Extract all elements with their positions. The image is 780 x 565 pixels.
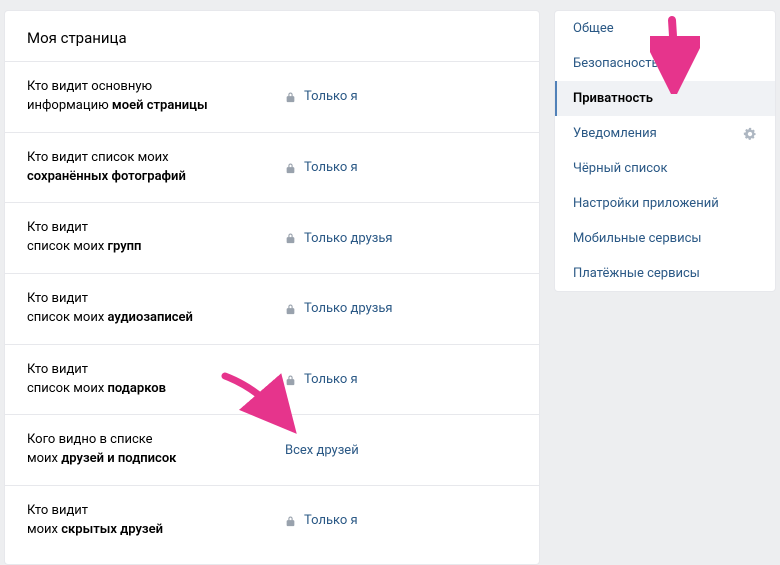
sidebar-item[interactable]: Общее	[555, 11, 775, 46]
privacy-row: Кто видитсписок моих подарков Только я	[5, 344, 539, 415]
privacy-row: Кто видит основнуюинформацию моей страни…	[5, 61, 539, 132]
sidebar-item-label: Платёжные сервисы	[573, 266, 700, 281]
privacy-value-dropdown[interactable]: Только друзья	[285, 231, 393, 246]
privacy-row: Кто видитсписок моих групп Только друзья	[5, 202, 539, 273]
sidebar-item[interactable]: Приватность	[555, 81, 775, 116]
privacy-value-text: Всех друзей	[285, 443, 359, 458]
privacy-value-dropdown[interactable]: Только я	[285, 513, 358, 528]
sidebar-item-label: Общее	[573, 21, 614, 36]
gear-icon[interactable]	[743, 127, 757, 141]
privacy-row: Кто видитсписок моих аудиозаписей Только …	[5, 273, 539, 344]
privacy-row-label: Кто видитсписок моих групп	[27, 219, 285, 257]
sidebar-item[interactable]: Платёжные сервисы	[555, 256, 775, 291]
privacy-row: Кто видит список моихсохранённых фотогра…	[5, 132, 539, 203]
sidebar-item-label: Чёрный список	[573, 161, 667, 176]
privacy-value-dropdown[interactable]: Только я	[285, 160, 358, 175]
privacy-value-dropdown[interactable]: Только я	[285, 372, 358, 387]
lock-icon	[285, 91, 296, 103]
privacy-row-label: Кто видитсписок моих подарков	[27, 361, 285, 399]
sidebar-item[interactable]: Мобильные сервисы	[555, 221, 775, 256]
lock-icon	[285, 303, 296, 315]
privacy-row-label: Кто видитсписок моих аудиозаписей	[27, 290, 285, 328]
lock-icon	[285, 374, 296, 386]
lock-icon	[285, 232, 296, 244]
privacy-row-label: Кто видит список моихсохранённых фотогра…	[27, 149, 285, 187]
lock-icon	[285, 515, 296, 527]
sidebar-item[interactable]: Чёрный список	[555, 151, 775, 186]
privacy-value-text: Только друзья	[304, 231, 393, 246]
lock-icon	[285, 162, 296, 174]
privacy-value-text: Только я	[304, 513, 358, 528]
privacy-value-text: Только друзья	[304, 301, 393, 316]
settings-sidebar: Общее Безопасность Приватность Уведомления Ч…	[554, 10, 776, 292]
privacy-value-dropdown[interactable]: Только я	[285, 89, 358, 104]
privacy-value-text: Только я	[304, 372, 358, 387]
privacy-value-text: Только я	[304, 89, 358, 104]
privacy-row-label: Кто видит основнуюинформацию моей страни…	[27, 78, 285, 116]
sidebar-item[interactable]: Безопасность	[555, 46, 775, 81]
sidebar-item-label: Уведомления	[573, 126, 657, 141]
sidebar-item-label: Приватность	[573, 91, 653, 106]
privacy-row-label: Кого видно в спискемоих друзей и подписо…	[27, 431, 285, 469]
sidebar-item[interactable]: Настройки приложений	[555, 186, 775, 221]
privacy-settings-panel: Моя страница Кто видит основнуюинформаци…	[4, 10, 540, 565]
privacy-row-label: Кто видитмоих скрытых друзей	[27, 502, 285, 540]
privacy-value-dropdown[interactable]: Только друзья	[285, 301, 393, 316]
privacy-row: Кого видно в спискемоих друзей и подписо…	[5, 414, 539, 485]
privacy-value-dropdown[interactable]: Всех друзей	[285, 443, 359, 458]
privacy-value-text: Только я	[304, 160, 358, 175]
privacy-row: Кто видитмоих скрытых друзей Только я	[5, 485, 539, 556]
sidebar-item-label: Настройки приложений	[573, 196, 719, 211]
section-title: Моя страница	[5, 11, 539, 61]
sidebar-item-label: Мобильные сервисы	[573, 231, 701, 246]
sidebar-item-label: Безопасность	[573, 56, 659, 71]
sidebar-item[interactable]: Уведомления	[555, 116, 775, 151]
